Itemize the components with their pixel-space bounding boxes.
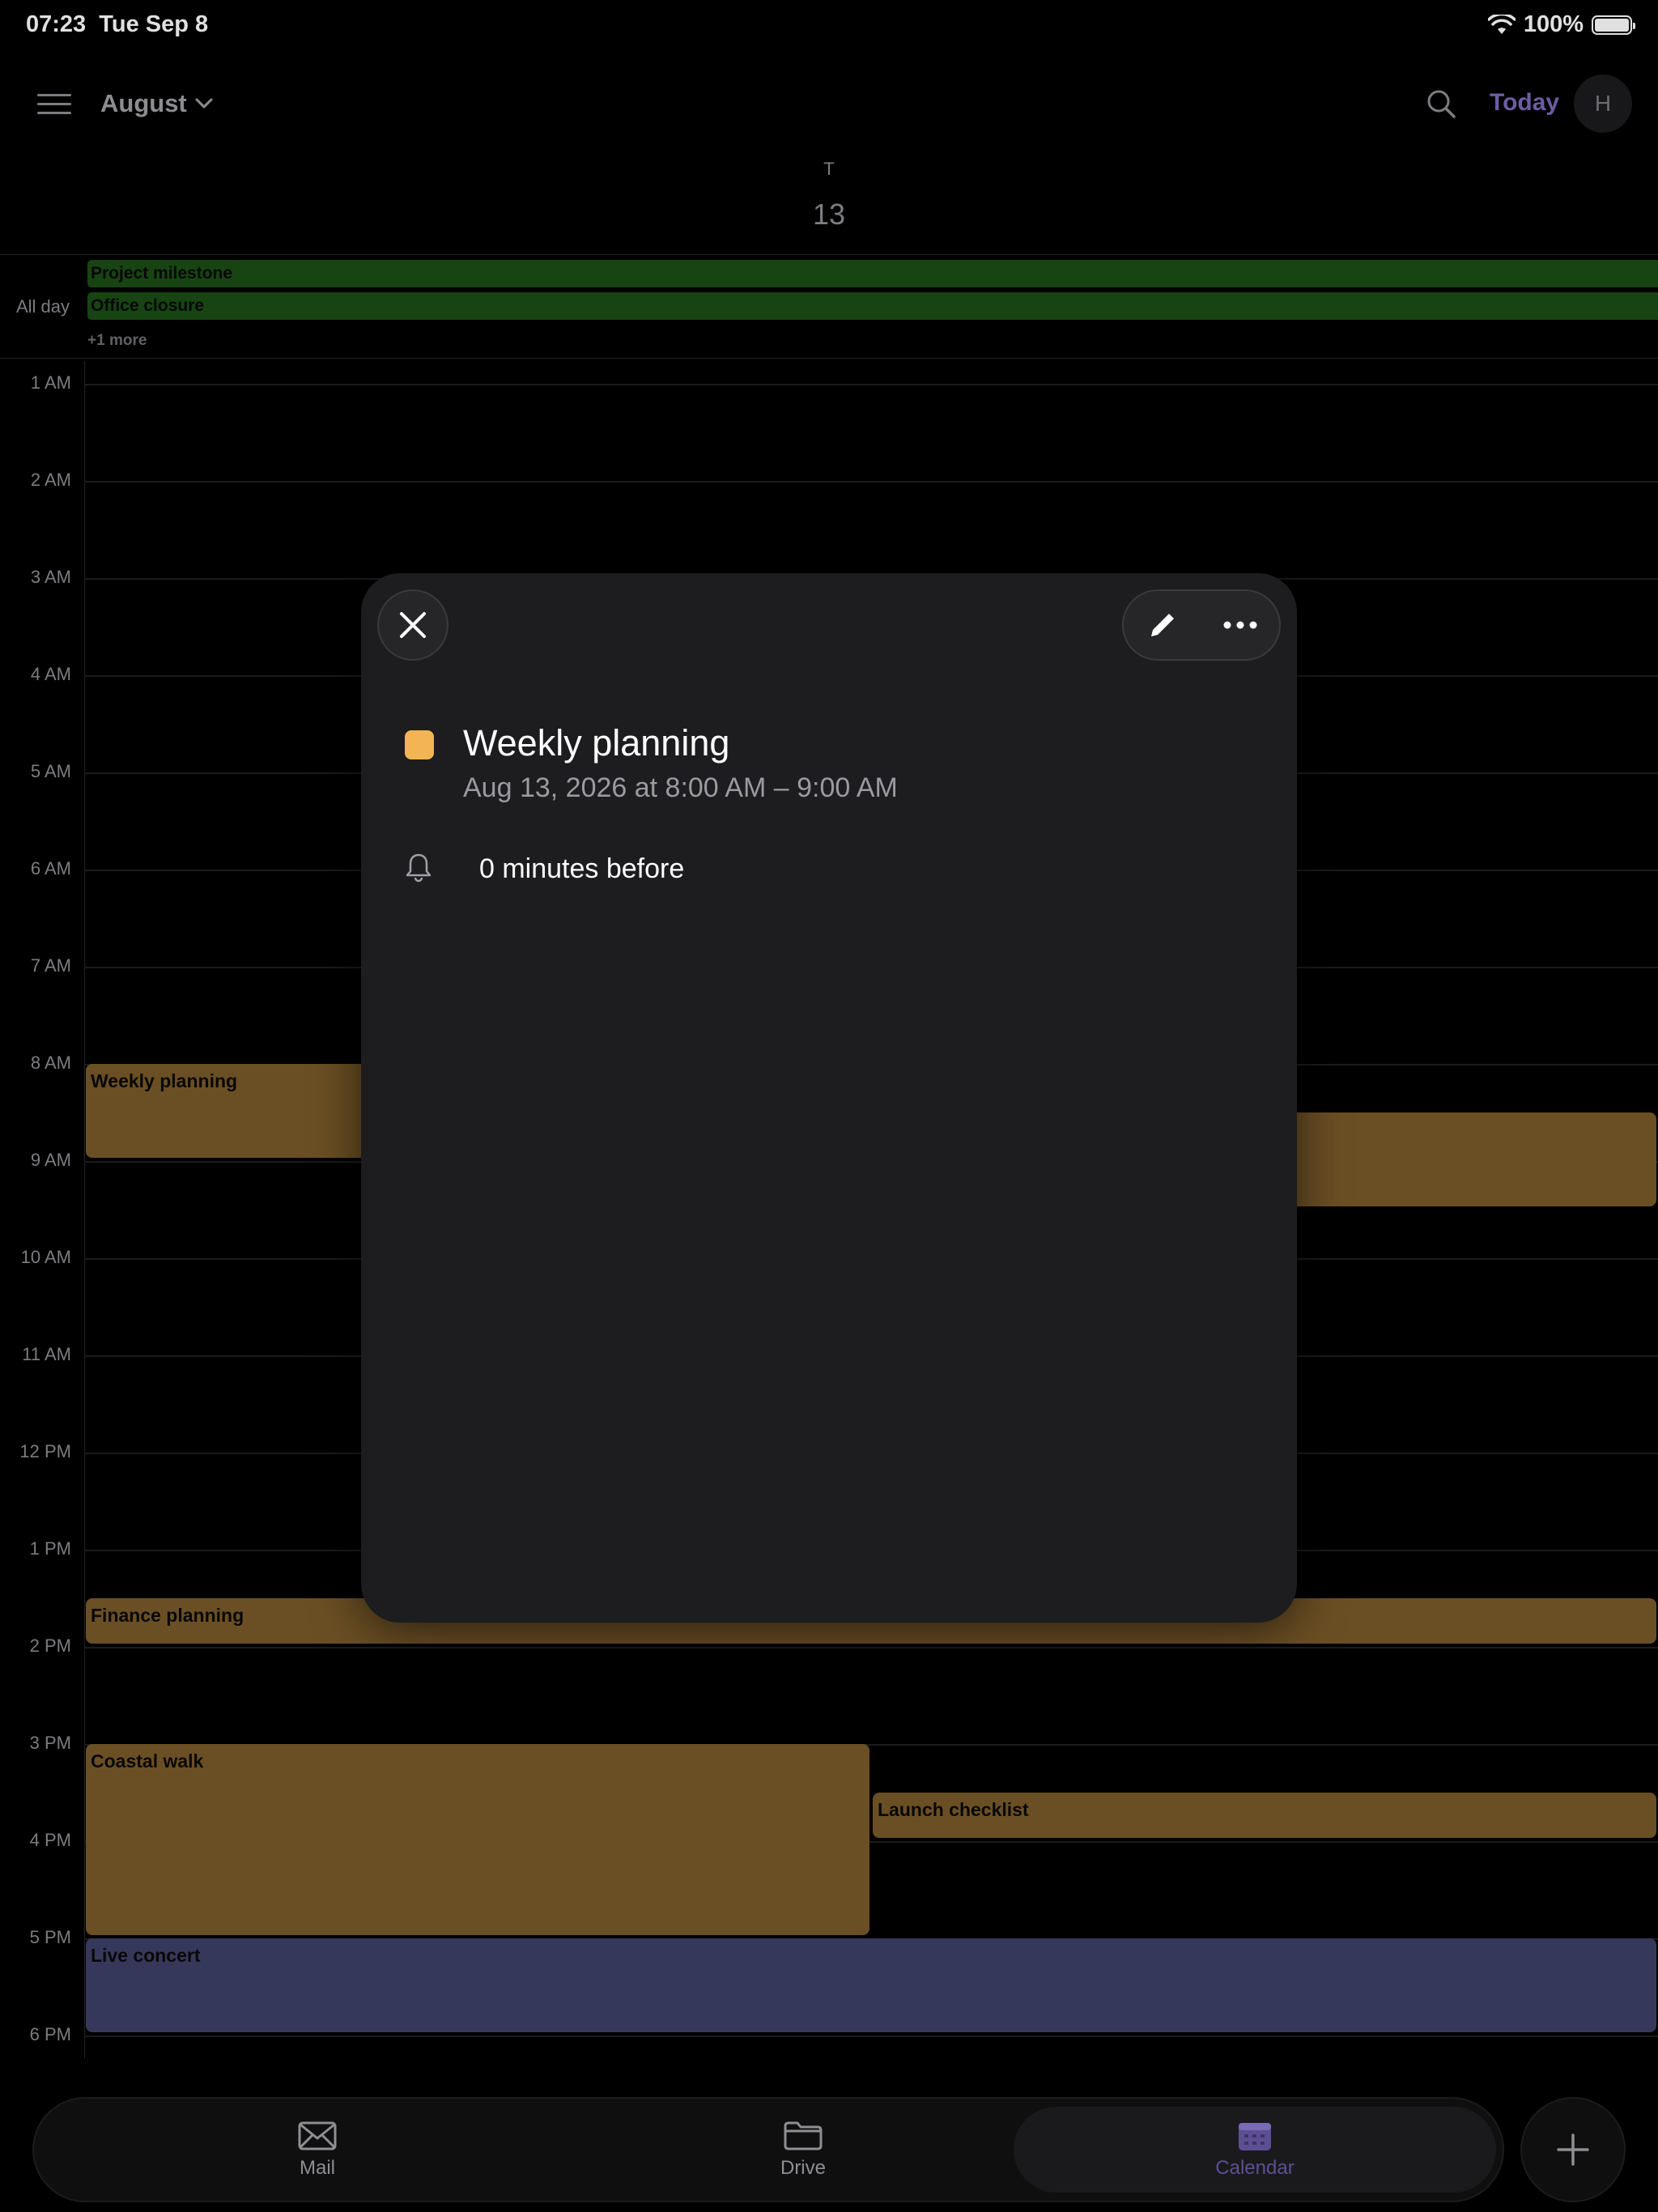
add-event-button[interactable] bbox=[1520, 2097, 1626, 2202]
pencil-icon bbox=[1151, 614, 1174, 636]
close-icon bbox=[400, 612, 426, 638]
event-actions bbox=[1122, 589, 1281, 661]
calendar-icon bbox=[1239, 2123, 1271, 2150]
mail-icon bbox=[298, 2121, 337, 2150]
reminder-text: 0 minutes before bbox=[479, 853, 685, 884]
tab-drive-label: Drive bbox=[780, 2157, 826, 2179]
event-detail-sheet: Weekly planning Aug 13, 2026 at 8:00 AM … bbox=[361, 573, 1297, 1623]
tab-bar: Mail Drive Calendar bbox=[32, 2097, 1504, 2202]
tab-drive[interactable]: Drive bbox=[690, 2099, 916, 2201]
event-color-indicator bbox=[405, 730, 434, 759]
plus-icon bbox=[1557, 2133, 1589, 2166]
tab-calendar[interactable]: Calendar bbox=[1014, 2099, 1496, 2201]
tab-mail[interactable]: Mail bbox=[204, 2099, 431, 2201]
bell-icon bbox=[406, 853, 432, 883]
ellipsis-icon bbox=[1223, 621, 1257, 629]
event-title: Weekly planning bbox=[463, 722, 730, 764]
folder-icon bbox=[784, 2121, 823, 2150]
close-button[interactable] bbox=[377, 589, 449, 661]
tab-mail-label: Mail bbox=[299, 2157, 335, 2179]
tab-calendar-label: Calendar bbox=[1215, 2157, 1295, 2179]
event-datetime: Aug 13, 2026 at 8:00 AM – 9:00 AM bbox=[463, 772, 898, 803]
edit-button[interactable] bbox=[1134, 597, 1191, 653]
more-options-button[interactable] bbox=[1212, 597, 1269, 653]
